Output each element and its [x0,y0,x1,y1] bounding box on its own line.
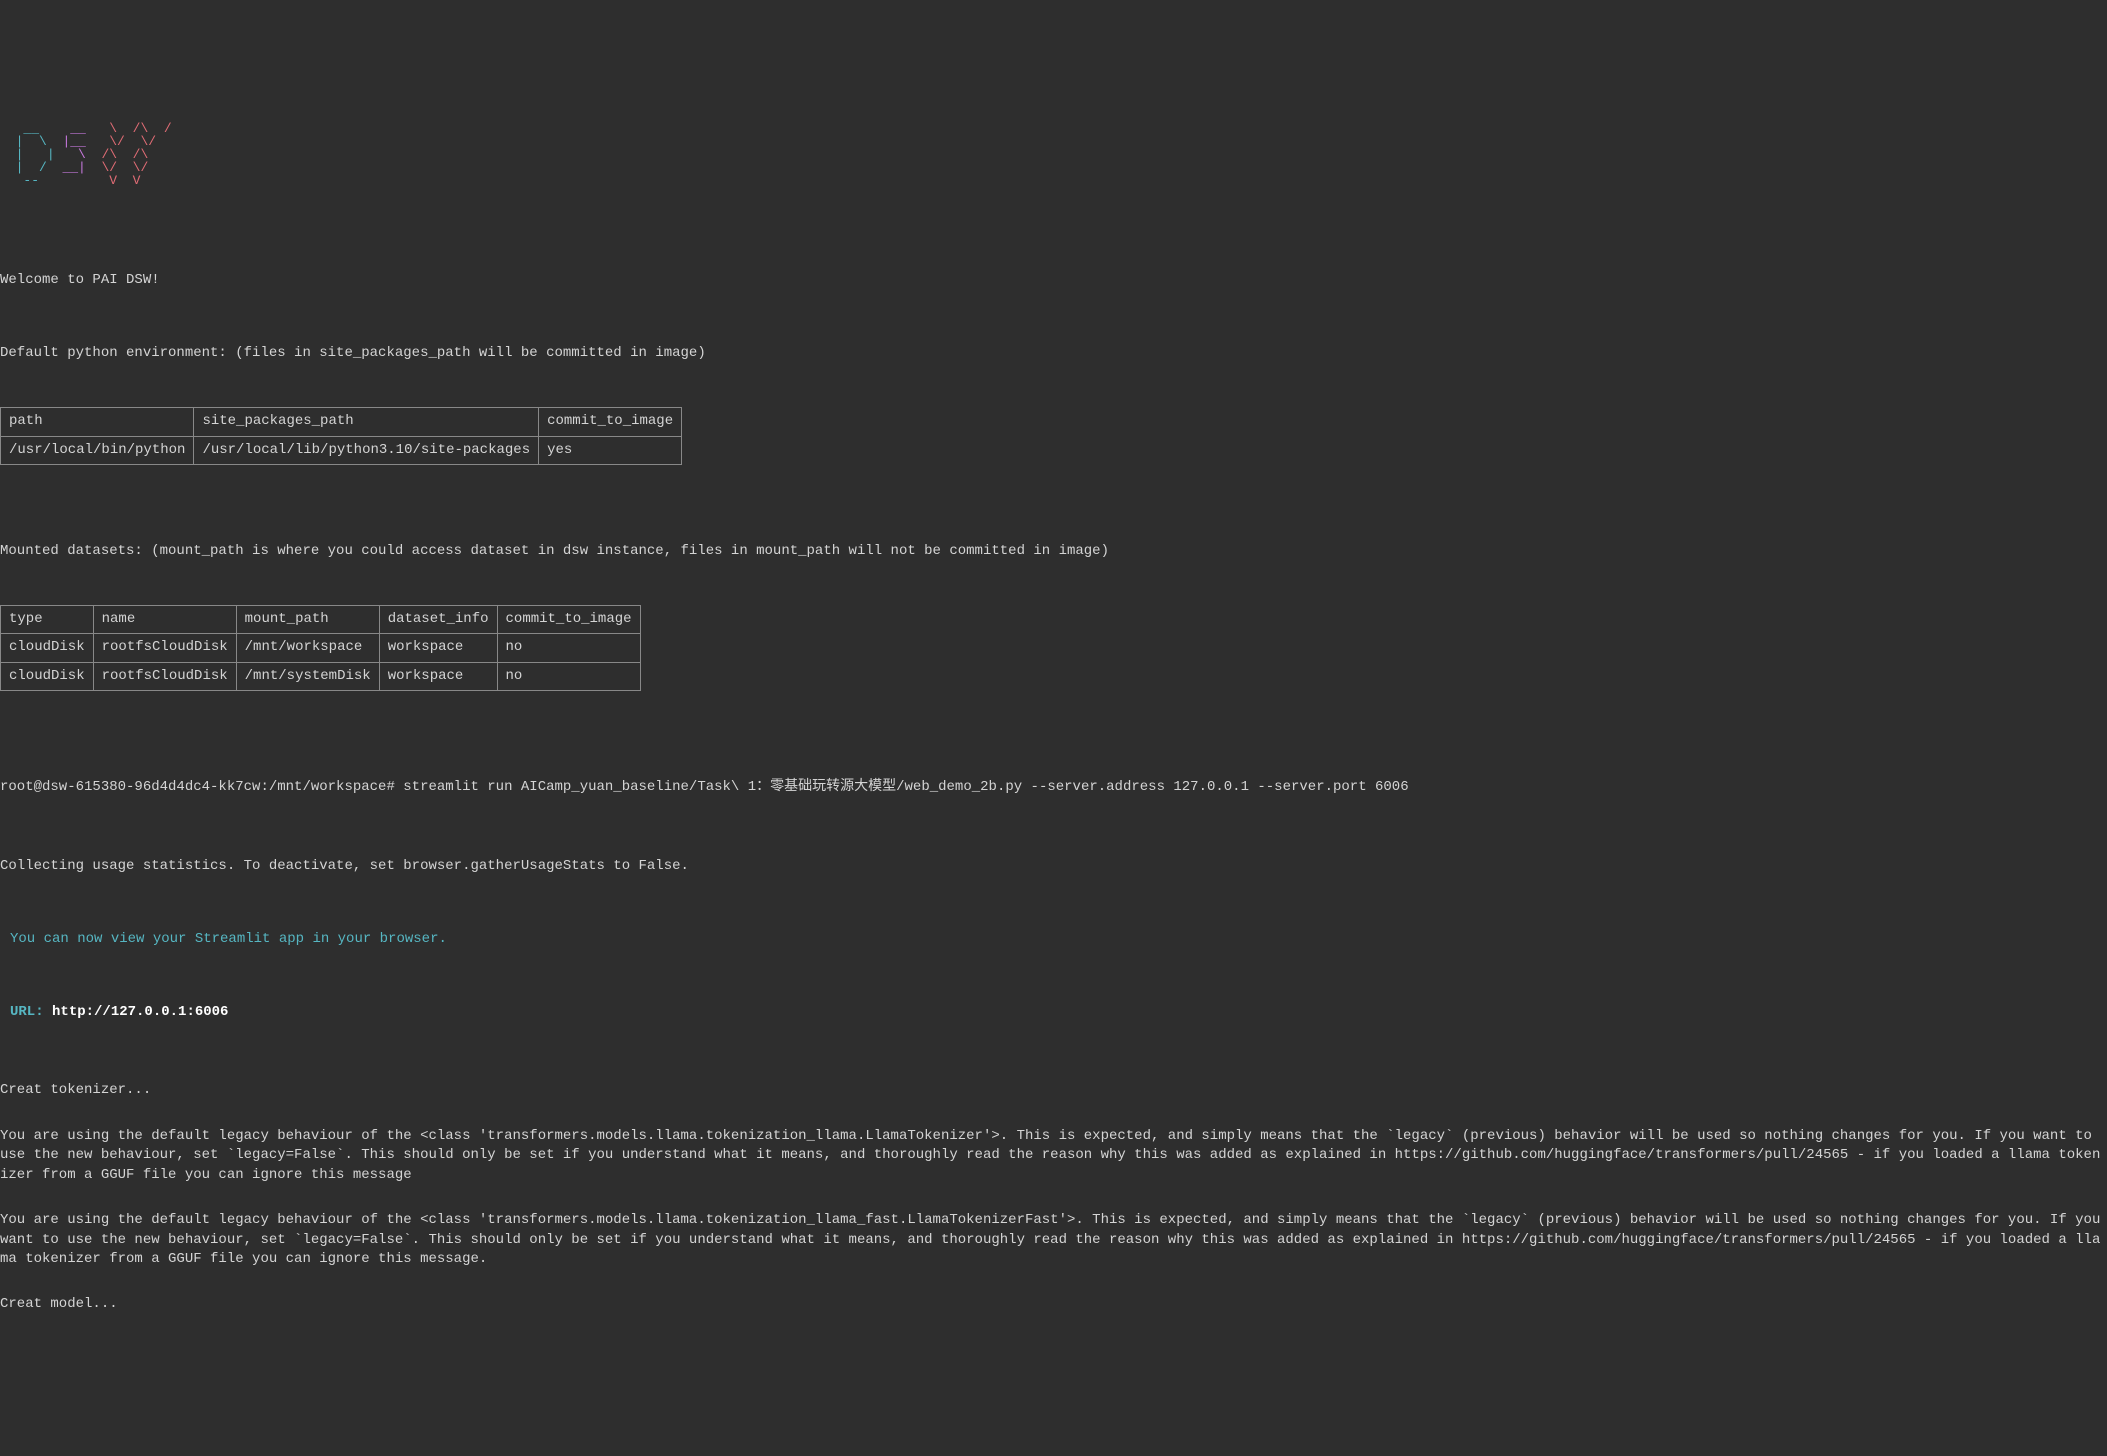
log-legacy-warning-1: You are using the default legacy behavio… [0,1127,2107,1186]
log-model-start: Creat model... [0,1295,2107,1315]
col-commit: commit_to_image [497,605,640,634]
stats-line: Collecting usage statistics. To deactiva… [0,857,2107,877]
table-header-row: path site_packages_path commit_to_image [1,407,682,436]
log-legacy-warning-2: You are using the default legacy behavio… [0,1211,2107,1270]
col-name: name [93,605,236,634]
col-path: path [1,407,194,436]
col-dataset-info: dataset_info [379,605,497,634]
url-label: URL: [10,1004,44,1020]
url-value[interactable]: http://127.0.0.1:6006 [52,1004,228,1020]
datasets-header: Mounted datasets: (mount_path is where y… [0,542,2107,562]
dsw-ascii-logo: __ __ \ /\ / | \ |__ \/ \/ | | \ /\ /\ |… [0,122,2107,187]
col-type: type [1,605,94,634]
col-site-packages: site_packages_path [194,407,539,436]
table-row: cloudDisk rootfsCloudDisk /mnt/systemDis… [1,662,641,691]
col-mount-path: mount_path [236,605,379,634]
col-commit: commit_to_image [539,407,682,436]
env-table: path site_packages_path commit_to_image … [0,407,682,465]
table-row: cloudDisk rootfsCloudDisk /mnt/workspace… [1,634,641,663]
log-tokenizer-start: Creat tokenizer... [0,1081,2107,1101]
welcome-text: Welcome to PAI DSW! [0,271,2107,291]
table-header-row: type name mount_path dataset_info commit… [1,605,641,634]
datasets-table: type name mount_path dataset_info commit… [0,605,641,692]
terminal-output[interactable]: __ __ \ /\ / | \ |__ \/ \/ | | \ /\ /\ |… [0,78,2107,1358]
env-header: Default python environment: (files in si… [0,344,2107,364]
url-line: URL: http://127.0.0.1:6006 [0,1003,2107,1023]
shell-prompt-command: root@dsw-615380-96d4d4dc4-kk7cw:/mnt/wor… [0,778,2107,798]
streamlit-ready-line: You can now view your Streamlit app in y… [0,930,2107,950]
table-row: /usr/local/bin/python /usr/local/lib/pyt… [1,436,682,465]
